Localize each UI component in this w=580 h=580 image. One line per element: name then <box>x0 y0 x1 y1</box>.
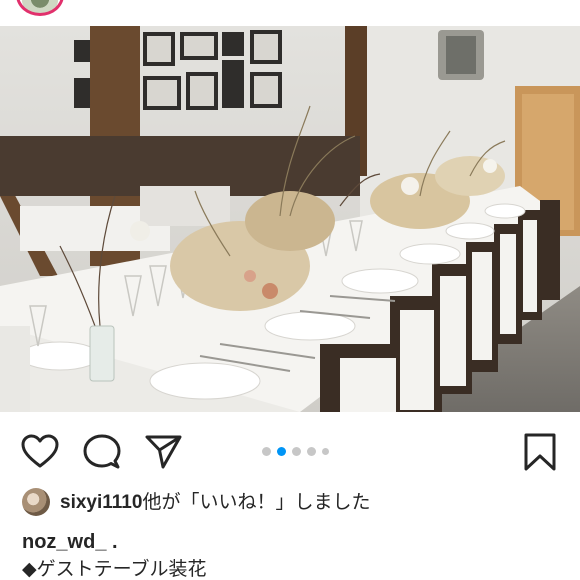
carousel-indicator <box>262 447 332 457</box>
likes-suffix: 他が「いいね！」しました <box>142 491 371 513</box>
likes-text: sixyi1110他が「いいね！」しました <box>60 490 370 515</box>
liker-username[interactable]: sixyi1110 <box>60 492 142 513</box>
likes-summary[interactable]: sixyi1110他が「いいね！」しました <box>0 484 580 518</box>
carousel-dot <box>277 447 286 456</box>
wedding-table-image <box>0 26 580 412</box>
post-header-strip <box>0 0 580 26</box>
paper-plane-icon[interactable] <box>143 432 183 472</box>
caption-username[interactable]: noz_wd_ . <box>22 530 118 554</box>
carousel-dot <box>322 448 329 455</box>
carousel-dot <box>307 447 316 456</box>
caption-text: ◆ゲストテーブル装花 <box>22 558 207 580</box>
post-photo[interactable] <box>0 26 580 412</box>
comment-bubble-icon[interactable] <box>82 432 122 472</box>
carousel-dot <box>262 447 271 456</box>
heart-icon[interactable] <box>20 432 60 472</box>
carousel-dot <box>292 447 301 456</box>
post-action-bar <box>0 412 580 482</box>
liker-avatar[interactable] <box>22 488 50 516</box>
bookmark-icon[interactable] <box>520 432 560 472</box>
author-avatar[interactable] <box>16 0 64 16</box>
